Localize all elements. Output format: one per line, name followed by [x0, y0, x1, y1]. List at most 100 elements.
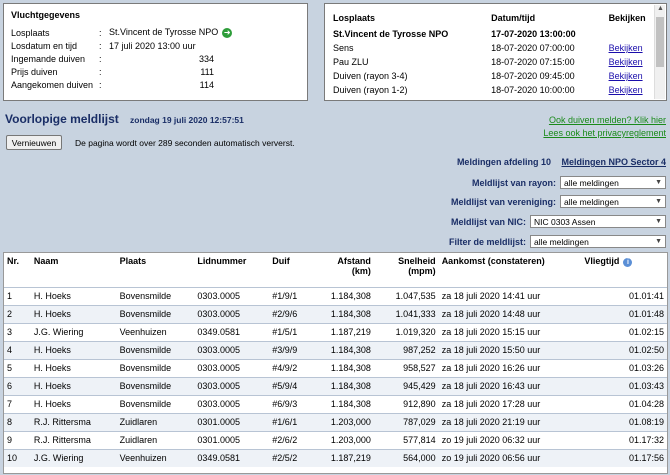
filter-rayon: Meldlijst van rayon: alle meldingen ▼	[472, 176, 666, 189]
table-row: 2 H. Hoeks Bovensmilde 0303.0005 #2/9/6 1.184…	[4, 304, 667, 323]
cell-nr: 8	[4, 412, 31, 431]
cell-vliegtijd: 01.02:15	[568, 322, 667, 341]
view-link[interactable]: Bekijken	[609, 43, 643, 53]
nic-select[interactable]: NIC 0303 Assen ▼	[530, 215, 666, 228]
table-row: 7 H. Hoeks Bovensmilde 0303.0005 #6/9/3 1.184…	[4, 394, 667, 413]
releases-scrollbar[interactable]: ▲	[654, 5, 665, 99]
meldingen-sector-link[interactable]: Meldingen NPO Sector 4	[561, 157, 666, 167]
cell-snelheid: 912,890	[373, 394, 439, 413]
release-row: Duiven (rayon 3-4) 18-07-2020 09:45:00 B…	[333, 71, 643, 81]
release-row: St.Vincent de Tyrosse NPO 17-07-2020 13:…	[333, 29, 576, 39]
cell-lid: 0301.0005	[194, 412, 270, 431]
meldlijst-select[interactable]: alle meldingen ▼	[530, 235, 666, 248]
col-lidnummer: Lidnummer	[197, 256, 247, 266]
field-label: Ingemande duiven	[11, 53, 86, 64]
cell-snelheid: 1.041,333	[373, 304, 439, 323]
filter-label: Filter de meldlijst:	[448, 236, 526, 247]
info-icon[interactable]: i	[623, 258, 633, 267]
rayon-select[interactable]: alle meldingen ▼	[560, 176, 666, 189]
table-row: 5 H. Hoeks Bovensmilde 0303.0005 #4/9/2 1.184…	[4, 358, 667, 377]
cell-aankomst: za 18 juli 2020 16:43 uur	[438, 376, 569, 395]
table-row: 4 H. Hoeks Bovensmilde 0303.0005 #3/9/9 1.184…	[4, 340, 667, 359]
cell-vliegtijd: 01.08:19	[568, 412, 667, 431]
cell-lid: 0303.0005	[194, 340, 270, 359]
field-value: 334	[198, 53, 214, 64]
flight-field-prijs: Prijs duiven : 111	[11, 66, 214, 77]
table-row: 1 H. Hoeks Bovensmilde 0303.0005 #1/9/1 1.184…	[4, 286, 667, 305]
flight-field-losplaats: Losplaats : St.Vincent de Tyrosse NPO ➜	[11, 27, 233, 38]
cell-vliegtijd: 01.02:50	[568, 340, 667, 359]
field-label: Losdatum en tijd	[11, 40, 78, 51]
filter-nic: Meldlijst van NIC: NIC 0303 Assen ▼	[451, 215, 666, 228]
col-aankomst: Aankomst (constateren)	[441, 256, 545, 266]
cell-afstand: 1.184,308	[314, 376, 374, 395]
results-panel: Nr. Naam Plaats Lidnummer Duif Afstand (k…	[3, 252, 668, 474]
cell-naam: H. Hoeks	[30, 394, 117, 413]
cell-aankomst: zo 19 juli 2020 06:56 uur	[438, 448, 569, 467]
col-plaats: Plaats	[119, 256, 147, 266]
cell-lid: 0349.0581	[194, 448, 270, 467]
vereniging-select[interactable]: alle meldingen ▼	[560, 195, 666, 208]
table-row: 9 R.J. Rittersma Zuidlaren 0301.0005 #2/6/2 1…	[4, 430, 667, 449]
cell-vliegtijd: 01.01:48	[568, 304, 667, 323]
view-link[interactable]: Bekijken	[609, 85, 643, 95]
view-link[interactable]: Bekijken	[609, 71, 643, 81]
chevron-down-icon: ▼	[655, 179, 662, 186]
cell-vliegtijd: 01.03:43	[568, 376, 667, 395]
cell-duif: #2/6/2	[269, 430, 315, 449]
cell-aankomst: za 18 juli 2020 14:48 uur	[438, 304, 569, 323]
go-arrow-icon[interactable]: ➜	[222, 27, 233, 38]
privacy-link[interactable]: Lees ook het privacyreglement	[543, 127, 666, 140]
cell-aankomst: za 18 juli 2020 16:26 uur	[438, 358, 569, 377]
cell-duif: #1/6/1	[269, 412, 315, 431]
cell-naam: R.J. Rittersma	[30, 412, 117, 431]
cell-afstand: 1.203,000	[314, 412, 374, 431]
cell-afstand: 1.187,219	[314, 448, 374, 467]
refresh-button[interactable]: Vernieuwen	[6, 135, 62, 150]
filter-label: Meldlijst van vereniging:	[450, 196, 556, 207]
release-row: Sens 18-07-2020 07:00:00 Bekijken	[333, 43, 643, 53]
scroll-thumb[interactable]	[656, 17, 664, 67]
cell-nr: 5	[4, 358, 31, 377]
cell-nr: 3	[4, 322, 31, 341]
cell-lid: 0303.0005	[194, 304, 270, 323]
view-link[interactable]: Bekijken	[609, 57, 643, 67]
field-label: Losplaats	[11, 27, 50, 38]
cell-afstand: 1.184,308	[314, 304, 374, 323]
cell-aankomst: za 18 juli 2020 14:41 uur	[438, 286, 569, 305]
report-pigeons-link[interactable]: Ook duiven melden? Klik hier	[543, 114, 666, 127]
filter-vereniging: Meldlijst van vereniging: alle meldingen…	[451, 195, 666, 208]
cell-duif: #4/9/2	[269, 358, 315, 377]
cell-snelheid: 958,527	[373, 358, 439, 377]
releases-table: Losplaats Datum/tijd Bekijken St.Vincent…	[331, 4, 661, 97]
cell-plaats: Zuidlaren	[116, 430, 195, 449]
cell-afstand: 1.184,308	[314, 358, 374, 377]
refresh-countdown-text: De pagina wordt over 289 seconden automa…	[75, 138, 295, 148]
cell-lid: 0303.0005	[194, 394, 270, 413]
cell-nr: 1	[4, 286, 31, 305]
cell-vliegtijd: 01.03:26	[568, 358, 667, 377]
cell-aankomst: za 18 juli 2020 17:28 uur	[438, 394, 569, 413]
cell-plaats: Veenhuizen	[116, 322, 195, 341]
release-row: Pau ZLU 18-07-2020 07:15:00 Bekijken	[333, 57, 643, 67]
col-afstand: Afstand (km)	[337, 256, 371, 276]
releases-panel[interactable]: Losplaats Datum/tijd Bekijken St.Vincent…	[324, 3, 667, 101]
scroll-up-icon[interactable]: ▲	[655, 5, 666, 16]
flight-info-heading: Vluchtgegevens	[11, 10, 81, 20]
cell-plaats: Bovensmilde	[116, 394, 195, 413]
col-datetime: Datum/tijd	[491, 13, 536, 23]
cell-duif: #1/5/1	[269, 322, 315, 341]
cell-nr: 9	[4, 430, 31, 449]
col-nr: Nr.	[7, 256, 20, 266]
field-label: Aangekomen duiven	[11, 79, 94, 90]
cell-snelheid: 945,429	[373, 376, 439, 395]
chevron-down-icon: ▼	[655, 198, 662, 205]
meldingen-afdeling-label: Meldingen afdeling 10	[456, 157, 551, 167]
cell-snelheid: 1.019,320	[373, 322, 439, 341]
field-value: 17 juli 2020 13:00 uur	[109, 40, 196, 51]
results-header: Nr. Naam Plaats Lidnummer Duif Afstand (k…	[4, 253, 667, 287]
cell-vliegtijd: 01.01:41	[568, 286, 667, 305]
field-value: 111	[200, 66, 214, 77]
cell-naam: J.G. Wiering	[30, 322, 117, 341]
cell-duif: #3/9/9	[269, 340, 315, 359]
